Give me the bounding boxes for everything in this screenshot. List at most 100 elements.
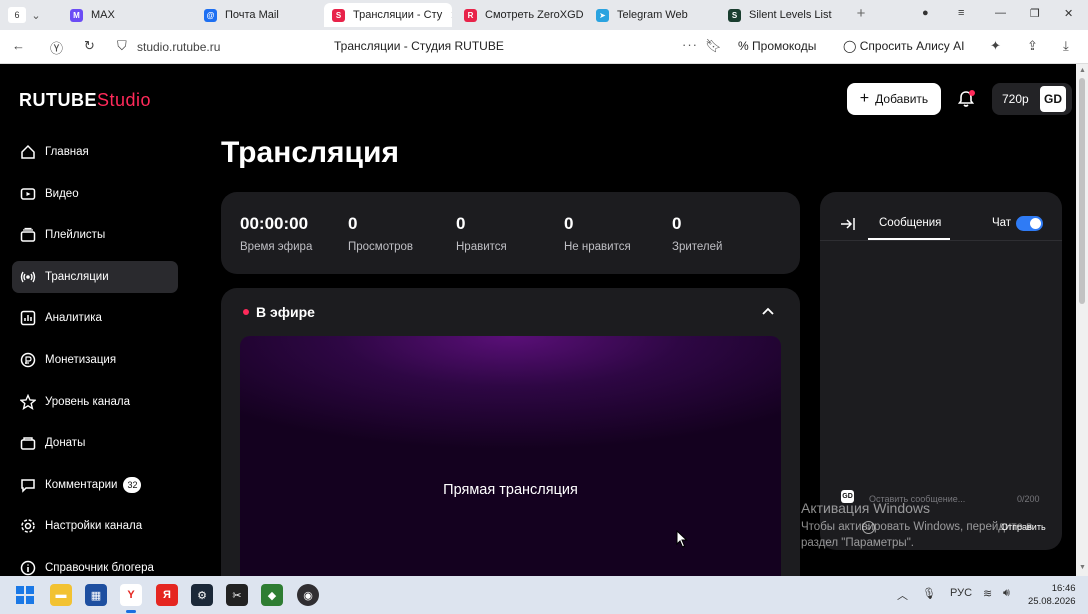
close-window-button[interactable]: ✕ — [1064, 7, 1073, 20]
stat-label: Время эфира — [240, 241, 313, 253]
extensions-icon[interactable]: ✦ — [990, 38, 1001, 54]
clock-time: 16:46 — [1051, 583, 1076, 594]
stat-value: 0 — [456, 214, 466, 233]
monetization-icon — [20, 352, 36, 368]
comment-icon — [20, 477, 36, 493]
tab-label: Смотреть ZeroXGD — [485, 9, 584, 21]
microphone-icon[interactable]: 🎙︎ — [922, 587, 936, 600]
sidebar-item-label: Главная — [45, 146, 89, 158]
new-tab-button[interactable]: + — [852, 6, 870, 24]
alice-label: Спросить Алису AI — [859, 39, 965, 53]
sidebar-item[interactable]: Уровень канала — [12, 386, 178, 418]
stat-value: 0 — [672, 214, 682, 233]
sidebar-item-label: Видео — [45, 187, 79, 200]
stat-label: Нравится — [456, 241, 507, 253]
menu-icon[interactable]: ≡ — [958, 7, 964, 19]
chat-panel: Сообщения Чат GD Оставить сообщение... 0… — [820, 192, 1062, 550]
yandex-icon[interactable]: Ⓨ — [50, 38, 63, 57]
sidebar-item[interactable]: Видео — [12, 178, 178, 210]
capcut-icon[interactable]: ✂ — [226, 584, 248, 606]
sidebar-item[interactable]: Настройки канала — [12, 510, 178, 542]
stat-item: 00:00:00 Время эфира — [240, 214, 312, 253]
stat-value: 0 — [564, 214, 574, 233]
share-icon[interactable]: ⇪ — [1027, 38, 1038, 54]
sidebar-item[interactable]: Плейлисты — [12, 219, 178, 251]
explorer-icon[interactable]: ▬ — [50, 584, 72, 606]
language-indicator[interactable]: РУС — [950, 587, 972, 599]
browser-tab[interactable]: S Silent Levels List — [720, 3, 844, 27]
chevron-up-icon[interactable] — [761, 304, 775, 318]
more-icon[interactable]: ··· — [682, 37, 698, 52]
store-icon[interactable]: ▦ — [85, 584, 107, 606]
bookmark-icon[interactable]: 🔖︎ — [705, 38, 722, 54]
sidebar-item[interactable]: Донаты — [12, 427, 178, 459]
sidebar-item[interactable]: Монетизация — [12, 344, 178, 376]
stat-item: 0 Просмотров — [348, 214, 413, 253]
add-button-label: Добавить — [875, 92, 929, 106]
page-scrollbar[interactable]: ▲ ▼ — [1076, 64, 1088, 576]
browser-tab[interactable]: R Смотреть ZeroXGD — [456, 3, 584, 27]
obs-icon[interactable]: ◉ — [297, 584, 319, 606]
profile-icon[interactable]: ● — [922, 7, 929, 19]
live-indicator — [243, 309, 249, 315]
sidebar-item[interactable]: Главная — [12, 136, 178, 168]
tab-count-badge[interactable]: 6 — [8, 7, 26, 23]
windows-start-icon[interactable] — [14, 584, 36, 606]
wifi-icon[interactable]: ≋ — [983, 587, 992, 600]
clock-date: 25.08.2026 — [1028, 596, 1076, 607]
sidebar-item[interactable]: Комментарии 32 — [12, 469, 178, 501]
mouse-cursor-icon — [676, 530, 688, 548]
sidebar-item-label: Трансляции — [45, 270, 109, 283]
browser-tab-bar: 6 ⌄ M MAX @ Почта Mail S Трансляции - Сту ✕ R См… — [0, 0, 1088, 30]
add-button[interactable]: + Добавить — [847, 83, 941, 115]
browser-tab[interactable]: @ Почта Mail — [196, 3, 314, 27]
promo-button[interactable]: % Промокоды — [738, 39, 816, 53]
minimize-button[interactable]: — — [995, 7, 1006, 19]
stat-value: 0 — [348, 214, 358, 233]
browser-tab[interactable]: ➤ Telegram Web — [588, 3, 708, 27]
sidebar-item-label: Настройки канала — [45, 520, 143, 533]
windows-activation-title: Активация Windows — [801, 500, 931, 516]
chat-toggle[interactable] — [1016, 216, 1043, 231]
tab-favicon-icon: S — [728, 8, 741, 22]
yandex-icon[interactable]: Я — [156, 584, 178, 606]
analytics-icon — [20, 310, 36, 326]
download-icon[interactable]: ⤓ — [1063, 38, 1069, 54]
windows-activation-text: Чтобы активировать Windows, перейдите в … — [801, 521, 1033, 549]
restore-button[interactable]: ❐ — [1030, 7, 1040, 20]
tab-favicon-icon: ➤ — [596, 8, 609, 22]
tab-messages[interactable]: Сообщения — [879, 217, 941, 229]
browser-tab[interactable]: M MAX — [62, 3, 184, 27]
steam-icon[interactable]: ⚙ — [191, 584, 213, 606]
sidebar-item[interactable]: Трансляции — [12, 260, 178, 293]
stat-label: Зрителей — [672, 241, 723, 253]
reload-icon[interactable]: ↻ — [84, 38, 95, 54]
scroll-down-icon[interactable]: ▼ — [1079, 564, 1086, 571]
avatar[interactable]: GD — [1040, 86, 1066, 112]
tab-favicon-icon: R — [464, 8, 477, 22]
browser-tab[interactable]: S Трансляции - Сту ✕ — [324, 3, 452, 27]
volume-icon[interactable]: 🔊︎ — [1003, 587, 1010, 600]
scroll-up-icon[interactable]: ▲ — [1079, 67, 1086, 74]
alice-button[interactable]: ◯ Спросить Алису AI — [843, 39, 964, 53]
geometry-dash-icon[interactable]: ◆ — [261, 584, 283, 606]
yandex-browser-icon[interactable]: Y — [120, 584, 142, 606]
sidebar-item[interactable]: Аналитика — [12, 302, 178, 334]
tabs-dropdown-icon[interactable]: ⌄ — [26, 9, 46, 22]
rutube-studio-logo[interactable]: RUTUBEStudio — [19, 90, 151, 111]
collapse-panel-icon[interactable] — [840, 216, 856, 232]
url-field[interactable]: studio.rutube.ru — [137, 40, 220, 54]
video-player[interactable]: Прямая трансляция — [240, 336, 781, 588]
chat-divider — [820, 240, 1062, 241]
stat-item: 0 Зрителей — [672, 214, 722, 253]
sidebar-item-label: Справочник блогера — [45, 561, 154, 574]
tab-label: Почта Mail — [225, 9, 279, 21]
tab-close-icon[interactable]: ✕ — [450, 9, 452, 22]
clock[interactable]: 16:46 25.08.2026 — [1028, 582, 1076, 608]
security-shield-icon[interactable]: ⛉ — [117, 38, 127, 54]
scrollbar-thumb[interactable] — [1079, 78, 1085, 304]
back-icon[interactable]: ← — [12, 38, 25, 53]
stat-label: Просмотров — [348, 241, 414, 253]
sidebar-item-label: Комментарии — [45, 478, 118, 491]
tray-expand-icon[interactable]: ︿ — [897, 587, 908, 603]
